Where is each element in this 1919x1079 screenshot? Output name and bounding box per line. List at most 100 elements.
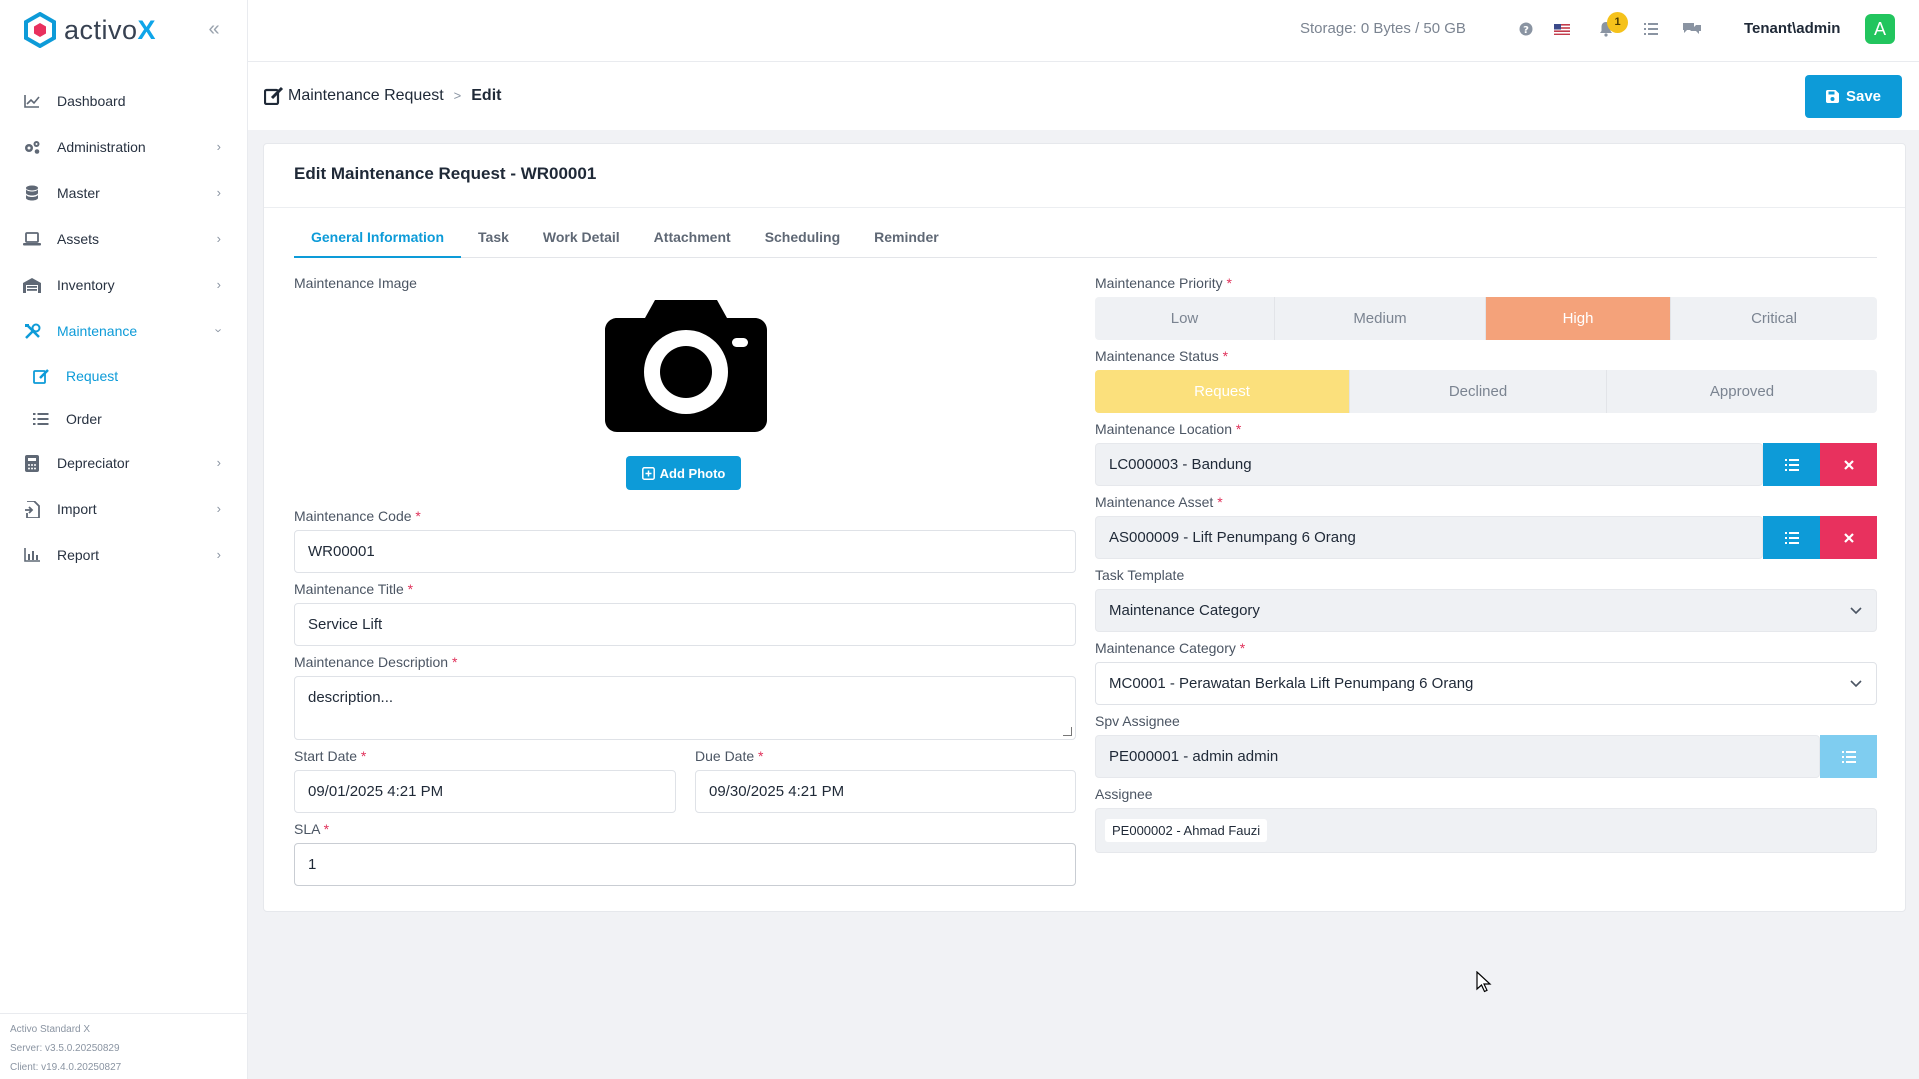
tools-icon bbox=[22, 321, 42, 341]
start-date-field[interactable]: 09/01/2025 4:21 PM bbox=[294, 770, 676, 813]
sidebar-item-assets[interactable]: Assets › bbox=[0, 216, 247, 262]
description-text: description... bbox=[308, 689, 394, 706]
title-field[interactable]: Service Lift bbox=[294, 603, 1076, 646]
server-version: Server: v3.5.0.20250829 bbox=[10, 1043, 120, 1054]
camera-icon[interactable] bbox=[605, 300, 767, 437]
sidebar-item-request[interactable]: Request bbox=[0, 354, 247, 397]
asset-clear-button[interactable] bbox=[1820, 516, 1877, 559]
chart-line-icon bbox=[22, 91, 42, 111]
status-request[interactable]: Request bbox=[1095, 370, 1350, 413]
chevron-down-icon bbox=[1850, 677, 1862, 691]
tab-work-detail[interactable]: Work Detail bbox=[526, 225, 637, 258]
task-list-icon[interactable] bbox=[1641, 19, 1661, 39]
edit-icon bbox=[264, 86, 284, 105]
priority-critical[interactable]: Critical bbox=[1671, 297, 1877, 340]
location-label: Maintenance Location * bbox=[1095, 421, 1242, 437]
list-icon bbox=[32, 410, 50, 428]
spv-label: Spv Assignee bbox=[1095, 713, 1180, 729]
tab-attachment[interactable]: Attachment bbox=[637, 225, 748, 258]
code-label: Maintenance Code * bbox=[294, 508, 421, 524]
card-title: Edit Maintenance Request - WR00001 bbox=[264, 144, 1905, 208]
priority-high[interactable]: High bbox=[1486, 297, 1671, 340]
assignee-field[interactable]: PE000002 - Ahmad Fauzi bbox=[1095, 808, 1877, 853]
sidebar-item-dashboard[interactable]: Dashboard bbox=[0, 78, 247, 124]
tab-task[interactable]: Task bbox=[461, 225, 526, 258]
chevron-right-icon: › bbox=[216, 185, 221, 200]
priority-medium[interactable]: Medium bbox=[1275, 297, 1486, 340]
chevron-right-icon: › bbox=[216, 455, 221, 470]
save-button[interactable]: Save bbox=[1805, 75, 1902, 118]
breadcrumb-current: Edit bbox=[471, 86, 502, 104]
close-icon bbox=[1843, 459, 1854, 470]
sidebar-item-order[interactable]: Order bbox=[0, 397, 247, 440]
chevron-right-icon: › bbox=[216, 139, 221, 154]
topbar: Storage: 0 Bytes / 50 GB ? 1 Tenant\admi… bbox=[248, 0, 1919, 62]
start-date-label: Start Date * bbox=[294, 748, 367, 764]
description-field[interactable]: description... bbox=[294, 676, 1076, 740]
sidebar-item-label: Request bbox=[66, 367, 119, 384]
sla-label: SLA * bbox=[294, 821, 330, 837]
template-value: Maintenance Category bbox=[1109, 602, 1260, 619]
avatar[interactable]: A bbox=[1865, 14, 1895, 44]
warehouse-icon bbox=[22, 275, 42, 295]
location-clear-button[interactable] bbox=[1820, 443, 1877, 486]
title-label: Maintenance Title * bbox=[294, 581, 414, 597]
sidebar-item-import[interactable]: Import › bbox=[0, 486, 247, 532]
priority-low[interactable]: Low bbox=[1095, 297, 1275, 340]
tenant-user[interactable]: Tenant\admin bbox=[1744, 20, 1840, 37]
product-name: Activo Standard X bbox=[10, 1024, 91, 1035]
sidebar-item-report[interactable]: Report › bbox=[0, 532, 247, 578]
edit-form-card: Edit Maintenance Request - WR00001 Gener… bbox=[263, 143, 1906, 912]
version-info: Activo Standard X Server: v3.5.0.2025082… bbox=[0, 1013, 248, 1079]
chevron-right-icon: › bbox=[216, 277, 221, 292]
spv-browse-button[interactable] bbox=[1820, 735, 1877, 778]
status-label: Maintenance Status * bbox=[1095, 348, 1229, 364]
sidebar-item-administration[interactable]: Administration › bbox=[0, 124, 247, 170]
sla-field[interactable]: 1 bbox=[294, 843, 1076, 886]
add-photo-label: Add Photo bbox=[659, 465, 726, 481]
location-browse-button[interactable] bbox=[1763, 443, 1820, 486]
import-icon bbox=[22, 499, 42, 519]
due-date-field[interactable]: 09/30/2025 4:21 PM bbox=[695, 770, 1076, 813]
hexagon-logo-icon bbox=[22, 12, 58, 48]
sidebar-item-inventory[interactable]: Inventory › bbox=[0, 262, 247, 308]
collapse-sidebar-icon[interactable]: « bbox=[204, 18, 224, 40]
chevron-right-icon: > bbox=[453, 88, 462, 103]
priority-label: Maintenance Priority * bbox=[1095, 275, 1232, 291]
status-approved[interactable]: Approved bbox=[1607, 370, 1877, 413]
spv-field[interactable]: PE000001 - admin admin bbox=[1095, 735, 1820, 778]
page-header: Maintenance Request > Edit Save bbox=[248, 62, 1919, 130]
category-value: MC0001 - Perawatan Berkala Lift Penumpan… bbox=[1109, 675, 1474, 692]
location-field[interactable]: LC000003 - Bandung bbox=[1095, 443, 1763, 486]
chat-icon[interactable] bbox=[1682, 19, 1702, 39]
breadcrumb-parent[interactable]: Maintenance Request bbox=[288, 87, 444, 105]
asset-field[interactable]: AS000009 - Lift Penumpang 6 Orang bbox=[1095, 516, 1763, 559]
tab-reminder[interactable]: Reminder bbox=[857, 225, 956, 258]
asset-browse-button[interactable] bbox=[1763, 516, 1820, 559]
sidebar-item-label: Report bbox=[57, 547, 100, 563]
category-select[interactable]: MC0001 - Perawatan Berkala Lift Penumpan… bbox=[1095, 662, 1877, 705]
sidebar-item-label: Depreciator bbox=[57, 455, 130, 471]
tab-general-information[interactable]: General Information bbox=[294, 225, 462, 258]
client-version: Client: v19.4.0.20250827 bbox=[10, 1062, 122, 1073]
sidebar-item-maintenance[interactable]: Maintenance › bbox=[0, 308, 247, 354]
code-field[interactable]: WR00001 bbox=[294, 530, 1076, 573]
assignee-tag[interactable]: PE000002 - Ahmad Fauzi bbox=[1105, 819, 1268, 842]
tab-scheduling[interactable]: Scheduling bbox=[748, 225, 857, 258]
chevron-right-icon: › bbox=[216, 547, 221, 562]
list-icon bbox=[1784, 458, 1799, 471]
sidebar-item-master[interactable]: Master › bbox=[0, 170, 247, 216]
list-icon bbox=[1841, 750, 1856, 763]
status-declined[interactable]: Declined bbox=[1350, 370, 1607, 413]
us-flag-icon[interactable] bbox=[1552, 19, 1572, 39]
resize-handle-icon[interactable] bbox=[1063, 727, 1072, 736]
chevron-down-icon: › bbox=[211, 328, 227, 333]
priority-selector: Low Medium High Critical bbox=[1095, 297, 1877, 340]
help-icon[interactable]: ? bbox=[1516, 19, 1536, 39]
add-photo-button[interactable]: Add Photo bbox=[626, 456, 741, 490]
template-select[interactable]: Maintenance Category bbox=[1095, 589, 1877, 632]
sidebar-item-label: Administration bbox=[57, 139, 146, 155]
brand-name: activoX bbox=[64, 14, 157, 45]
laptop-icon bbox=[22, 229, 42, 249]
sidebar-item-depreciator[interactable]: Depreciator › bbox=[0, 440, 247, 486]
